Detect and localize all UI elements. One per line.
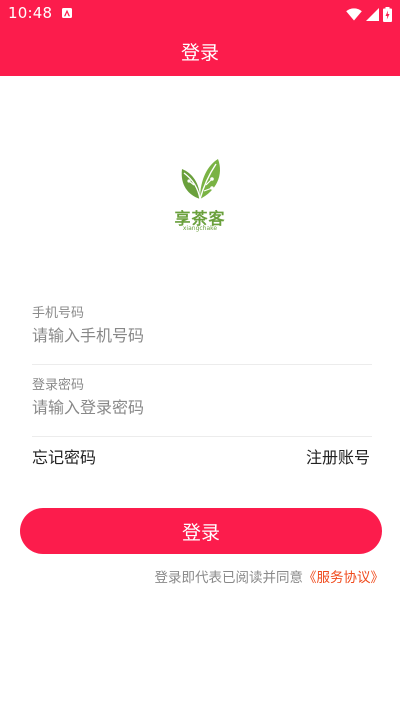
- agreement-text: 登录即代表已阅读并同意《服务协议》: [155, 566, 385, 586]
- account-links: 忘记密码 注册账号: [32, 444, 370, 468]
- app-notification-icon: [62, 8, 72, 18]
- password-input[interactable]: [32, 394, 372, 420]
- wifi-icon: [346, 7, 362, 20]
- agreement-prefix: 登录即代表已阅读并同意: [154, 570, 304, 586]
- service-agreement-link[interactable]: 《服务协议》: [303, 570, 384, 586]
- forgot-password-link[interactable]: 忘记密码: [32, 444, 96, 468]
- page-title: 登录: [180, 42, 219, 64]
- register-link[interactable]: 注册账号: [306, 444, 370, 468]
- phone-input[interactable]: [32, 322, 372, 348]
- phone-label: 手机号码: [32, 306, 85, 321]
- status-time: 10:48: [8, 4, 53, 22]
- login-button[interactable]: 登录: [20, 508, 382, 554]
- tea-leaf-icon: [181, 159, 220, 200]
- logo-subtitle: xiangchake: [182, 225, 218, 232]
- battery-icon: [383, 6, 392, 22]
- status-icons: [346, 6, 392, 22]
- status-bar: 10:48: [0, 0, 400, 28]
- password-field: 登录密码: [32, 374, 372, 437]
- phone-field: 手机号码: [32, 302, 372, 365]
- app-header: 10:48 登录: [0, 0, 400, 76]
- password-label: 登录密码: [32, 378, 85, 393]
- signal-icon: [366, 7, 379, 21]
- app-logo: 享茶客 xiangchake: [170, 155, 230, 233]
